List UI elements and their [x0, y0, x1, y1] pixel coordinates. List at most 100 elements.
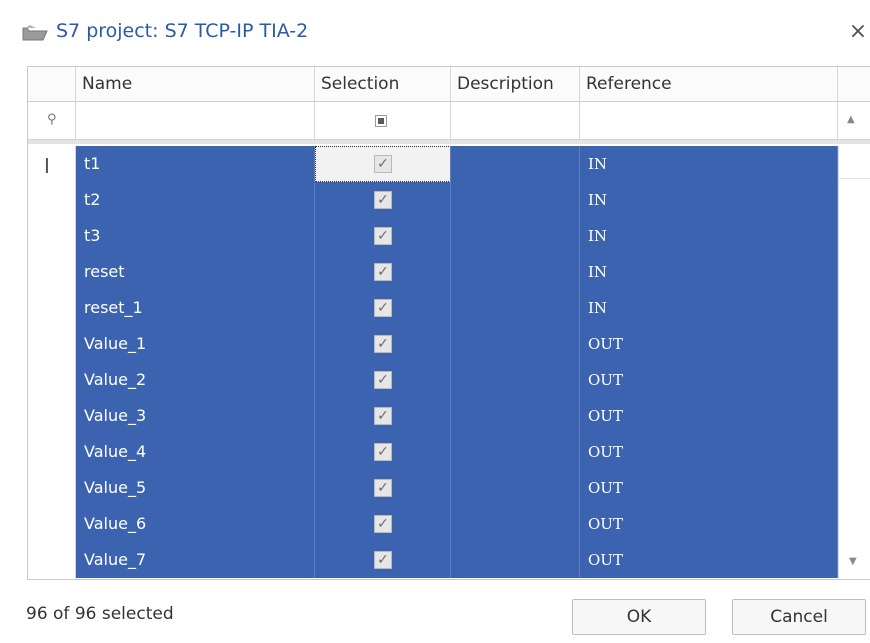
s7-project-dialog: S7 project: S7 TCP-IP TIA-2 × Name Selec…: [0, 0, 870, 643]
table-row[interactable]: Value_7 ✓ OUT: [76, 542, 838, 578]
cell-selection: ✓: [315, 434, 451, 470]
cancel-button[interactable]: Cancel: [732, 599, 866, 635]
cell-selection: ✓: [315, 398, 451, 434]
cell-reference[interactable]: OUT: [580, 542, 838, 578]
table-row[interactable]: reset ✓ IN: [76, 254, 838, 290]
cell-selection: ✓: [315, 326, 451, 362]
row-checkbox[interactable]: ✓: [374, 263, 392, 281]
header-indicator-cell: [28, 67, 76, 101]
row-checkbox[interactable]: ✓: [374, 407, 392, 425]
close-button[interactable]: ×: [846, 18, 870, 46]
row-checkbox[interactable]: ✓: [374, 371, 392, 389]
cell-reference[interactable]: OUT: [580, 434, 838, 470]
select-all-checkbox[interactable]: [375, 115, 387, 127]
row-checkbox[interactable]: ✓: [374, 443, 392, 461]
cell-selection: ✓: [315, 470, 451, 506]
cell-name[interactable]: t1: [76, 146, 315, 182]
cell-description[interactable]: [451, 218, 580, 254]
cell-reference[interactable]: IN: [580, 218, 838, 254]
row-checkbox[interactable]: ✓: [374, 479, 392, 497]
cell-reference[interactable]: OUT: [580, 326, 838, 362]
table-row[interactable]: Value_4 ✓ OUT: [76, 434, 838, 470]
cell-name[interactable]: Value_6: [76, 506, 315, 542]
cell-description[interactable]: [451, 326, 580, 362]
row-checkbox[interactable]: ✓: [374, 191, 392, 209]
table-row[interactable]: t3 ✓ IN: [76, 218, 838, 254]
table-row[interactable]: t2 ✓ IN: [76, 182, 838, 218]
cell-name[interactable]: Value_2: [76, 362, 315, 398]
filter-separator: [28, 140, 870, 144]
cell-reference[interactable]: OUT: [580, 398, 838, 434]
title-bar: S7 project: S7 TCP-IP TIA-2 ×: [0, 0, 870, 62]
cell-description[interactable]: [451, 254, 580, 290]
table-row[interactable]: Value_1 ✓ OUT: [76, 326, 838, 362]
column-header-selection[interactable]: Selection: [315, 67, 451, 101]
filter-reference-input[interactable]: [580, 102, 838, 139]
cell-reference[interactable]: IN: [580, 146, 838, 182]
selection-status: 96 of 96 selected: [26, 604, 174, 624]
filter-selection-cell: [315, 102, 451, 139]
cell-selection: ✓: [315, 542, 451, 578]
table-row[interactable]: Value_3 ✓ OUT: [76, 398, 838, 434]
cell-selection: ✓: [315, 362, 451, 398]
row-checkbox[interactable]: ✓: [374, 515, 392, 533]
column-header-reference[interactable]: Reference: [580, 67, 838, 101]
table-row[interactable]: Value_2 ✓ OUT: [76, 362, 838, 398]
scroll-down-icon[interactable]: ▼: [849, 556, 857, 567]
table-row[interactable]: t1 ✓ IN: [76, 146, 838, 182]
cell-name[interactable]: Value_3: [76, 398, 315, 434]
vertical-scrollbar[interactable]: ▼: [838, 146, 870, 579]
cell-name[interactable]: reset_1: [76, 290, 315, 326]
cell-description[interactable]: [451, 398, 580, 434]
cell-name[interactable]: Value_1: [76, 326, 315, 362]
scrollbar-thumb[interactable]: [839, 146, 870, 179]
cell-description[interactable]: [451, 290, 580, 326]
cell-reference[interactable]: OUT: [580, 362, 838, 398]
scrollbar-top: ▲: [838, 102, 870, 139]
cell-name[interactable]: Value_4: [76, 434, 315, 470]
cell-reference[interactable]: IN: [580, 182, 838, 218]
ok-button[interactable]: OK: [572, 599, 706, 635]
cell-reference[interactable]: IN: [580, 290, 838, 326]
table-row[interactable]: Value_6 ✓ OUT: [76, 506, 838, 542]
row-checkbox[interactable]: ✓: [374, 155, 392, 173]
row-checkbox[interactable]: ✓: [374, 227, 392, 245]
cell-description[interactable]: [451, 542, 580, 578]
row-indicator-column: I: [28, 146, 76, 579]
cell-description[interactable]: [451, 434, 580, 470]
window-title: S7 project: S7 TCP-IP TIA-2: [56, 20, 309, 42]
cell-name[interactable]: reset: [76, 254, 315, 290]
cell-name[interactable]: Value_5: [76, 470, 315, 506]
filter-description-input[interactable]: [451, 102, 580, 139]
cell-reference[interactable]: IN: [580, 254, 838, 290]
row-checkbox[interactable]: ✓: [374, 551, 392, 569]
cell-description[interactable]: [451, 506, 580, 542]
cell-selection: ✓: [315, 506, 451, 542]
cell-description[interactable]: [451, 182, 580, 218]
cell-name[interactable]: Value_7: [76, 542, 315, 578]
column-header-name[interactable]: Name: [76, 67, 315, 101]
pin-icon: ⚲: [47, 112, 57, 127]
filter-indicator-cell: ⚲: [28, 102, 76, 139]
close-icon: ×: [848, 19, 868, 44]
cell-reference[interactable]: OUT: [580, 506, 838, 542]
filter-row: ⚲ ▲: [28, 102, 870, 140]
text-cursor-icon: I: [44, 154, 50, 178]
cell-description[interactable]: [451, 362, 580, 398]
filter-name-input[interactable]: [76, 102, 315, 139]
column-header-description[interactable]: Description: [451, 67, 580, 101]
cell-selection: ✓: [315, 254, 451, 290]
row-checkbox[interactable]: ✓: [374, 299, 392, 317]
grid-body: I t1 ✓ IN t2 ✓ IN t3 ✓ IN reset ✓ IN reset_1 ✓ IN Value…: [28, 146, 870, 579]
cell-selection: ✓: [315, 182, 451, 218]
cell-description[interactable]: [451, 470, 580, 506]
row-checkbox[interactable]: ✓: [374, 335, 392, 353]
table-row[interactable]: reset_1 ✓ IN: [76, 290, 838, 326]
cell-description[interactable]: [451, 146, 580, 182]
cell-name[interactable]: t3: [76, 218, 315, 254]
cell-reference[interactable]: OUT: [580, 470, 838, 506]
scroll-up-icon[interactable]: ▲: [847, 114, 855, 125]
cell-name[interactable]: t2: [76, 182, 315, 218]
table-row[interactable]: Value_5 ✓ OUT: [76, 470, 838, 506]
grid-header: Name Selection Description Reference: [28, 67, 870, 102]
